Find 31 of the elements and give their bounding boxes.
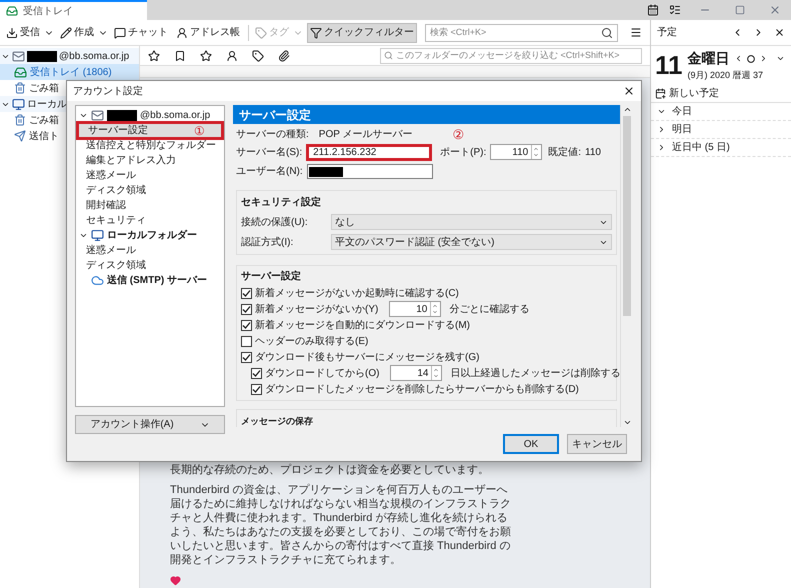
option-label: ヘッダーのみ取得する(E) — [255, 334, 368, 348]
field-label: ユーザー名(N): — [236, 165, 303, 179]
option-label: 新着メッセージがないか(Y) — [255, 302, 378, 316]
option-label: 新着メッセージがないか起動時に確認する(C) — [255, 286, 459, 300]
option-label: 新着メッセージを自動的にダウンロードする(M) — [255, 318, 470, 332]
dialog-title: アカウント設定 — [73, 84, 144, 98]
field-label: ポート(P): — [440, 146, 486, 160]
annotation-number: ① — [194, 124, 205, 138]
option-label: ダウンロードしてから(O) — [265, 366, 380, 380]
day-number: 11 — [655, 50, 682, 80]
group-title: サーバー設定 — [241, 269, 302, 284]
field-label: サーバーの種類: — [236, 128, 309, 142]
weekday: 金曜日 — [688, 49, 730, 68]
section-header: サーバー設定 — [233, 105, 620, 124]
option-suffix: 分ごとに確認する — [449, 302, 530, 316]
date-subtitle: (9月) 2020 暦週 37 — [688, 69, 764, 82]
server-type: POP メールサーバー — [318, 128, 412, 142]
pane-title: 予定 — [657, 26, 678, 40]
field-label: 接続の保護(U): — [241, 216, 309, 230]
field-label: 認証方式(I): — [241, 236, 294, 250]
body-paragraph: Thunderbird の資金は、アプリケーションを何百万人ものユーザーへ届けるために維持しなければならない相当な規模のインフラストラクチャと人件費に使われます。Thunderbird が存続し進化を続けられるよう、私たちはあなたの支援を必要としており、この場で寄付をお願いしたいと思います。皆さんからの寄付はすべて直接 Thunderbird の開発とインフラストラクチャに充てられます。 — [170, 483, 512, 567]
field-label: サーバー名(S): — [236, 146, 302, 160]
option-suffix: 日以上経過したメッセージは削除する — [450, 366, 620, 380]
default-port: 110 — [585, 146, 601, 160]
annotation-number: ② — [452, 128, 464, 141]
option-label: ダウンロードしたメッセージを削除したらサーバーからも削除する(D) — [265, 382, 579, 396]
group-title: セキュリティ設定 — [241, 195, 322, 210]
option-label: ダウンロード後もサーバーにメッセージを残す(G) — [255, 350, 480, 364]
group-title: メッセージの保存 — [241, 416, 313, 426]
body-paragraph: 長期的な存続のため、プロジェクトは資金を必要としています。 — [170, 463, 490, 477]
field-label: 既定値: — [548, 146, 581, 160]
